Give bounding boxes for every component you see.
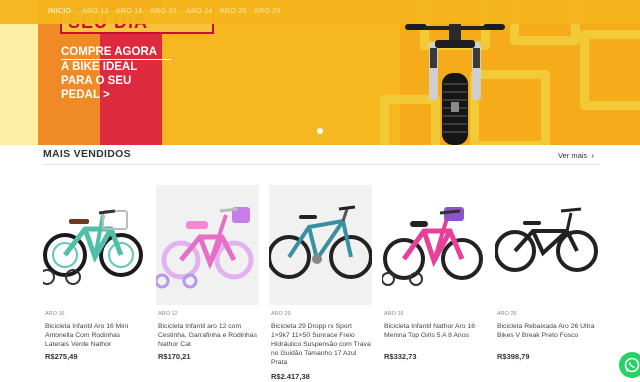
product-price: R$398,79 (497, 352, 530, 361)
product-price: R$2.417,38 (271, 372, 310, 381)
nav-item-aro-20[interactable]: ARO 20 (150, 8, 177, 15)
section-title: MAIS VENDIDOS (43, 148, 131, 160)
whatsapp-icon (624, 357, 640, 373)
girls-bike-pink-icon (382, 207, 483, 286)
product-price: R$275,49 (45, 352, 78, 361)
section-divider (43, 164, 599, 165)
product-name[interactable]: Bicicleta Infantil Aro 16 Mini Antonella… (45, 322, 146, 349)
product-image[interactable] (269, 185, 372, 305)
product-name[interactable]: Bicicleta Rebaixada Aro 26 Ultra Bikes V… (497, 322, 598, 340)
product-image[interactable] (495, 185, 598, 305)
product-name[interactable]: Bicicleta Infantil Nathor Aro 16 Menina … (384, 322, 485, 340)
product-price: R$170,21 (158, 352, 191, 361)
product-name[interactable]: Bicicleta Infantil aro 12 com Cestinha, … (158, 322, 259, 349)
product-price: R$332,73 (384, 352, 417, 361)
product-category: ARO 12 (158, 311, 178, 317)
product-category: ARO 16 (45, 311, 65, 317)
hero-tagline[interactable]: COMPRE AGORA A BIKE IDEAL PARA O SEU PED… (61, 45, 171, 102)
whatsapp-button[interactable] (619, 352, 640, 378)
product-category: ARO 26 (497, 311, 517, 317)
bike-front-icon (405, 22, 505, 145)
product-card[interactable]: ARO 16 Bicicleta Infantil Aro 16 Mini An… (43, 185, 146, 382)
product-name[interactable]: Bicicleta 29 Dropp rx Sport 1×9k7 11×50 … (271, 322, 372, 367)
bmx-bike-black-icon (495, 207, 598, 272)
product-card[interactable]: ARO 26 Bicicleta Rebaixada Aro 26 Ultra … (495, 185, 598, 382)
product-card[interactable]: ARO 12 Bicicleta Infantil aro 12 com Ces… (156, 185, 259, 382)
product-image[interactable] (156, 185, 259, 305)
kids-bike-pink-icon (156, 207, 254, 289)
nav-item-aro-26[interactable]: ARO 26 (220, 8, 247, 15)
product-card[interactable]: ARO 16 Bicicleta Infantil Nathor Aro 16 … (382, 185, 485, 382)
product-category: ARO 29 (271, 311, 291, 317)
top-nav: INICIO ARO 12 ARO 16 ARO 20 ARO 24 ARO 2… (0, 0, 640, 24)
product-image[interactable] (43, 185, 146, 305)
nav-item-inicio[interactable]: INICIO (48, 8, 71, 15)
nav-item-aro-29[interactable]: ARO 29 (254, 8, 281, 15)
product-category: ARO 16 (384, 311, 404, 317)
slider-dot[interactable] (317, 128, 323, 134)
product-image[interactable] (382, 185, 485, 305)
kids-bike-teal-icon (43, 209, 143, 285)
chevron-right-icon: › (591, 151, 594, 160)
nav-item-aro-12[interactable]: ARO 12 (82, 8, 109, 15)
see-more-link[interactable]: Ver mais › (558, 151, 594, 160)
nav-item-aro-24[interactable]: ARO 24 (186, 8, 213, 15)
mountain-bike-icon (269, 205, 372, 279)
nav-item-aro-16[interactable]: ARO 16 (116, 8, 143, 15)
product-card[interactable]: ARO 29 Bicicleta 29 Dropp rx Sport 1×9k7… (269, 185, 372, 382)
